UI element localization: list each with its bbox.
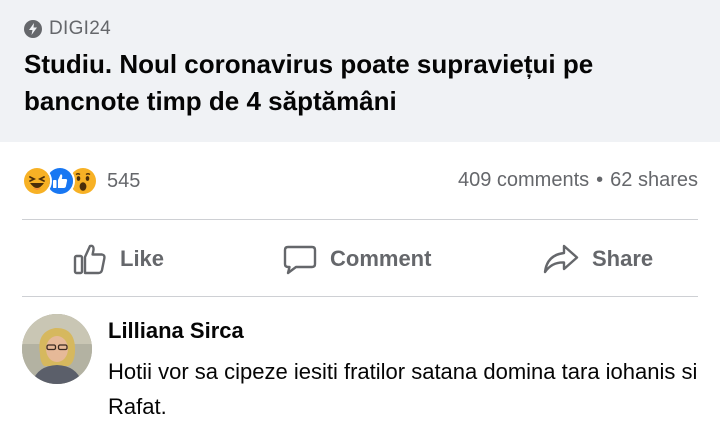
comment-button[interactable]: Comment bbox=[282, 222, 431, 296]
link-source-name: DIGI24 bbox=[49, 18, 111, 39]
haha-reaction-icon bbox=[22, 166, 52, 196]
speech-bubble-icon bbox=[283, 245, 317, 275]
like-button-label: Like bbox=[120, 246, 165, 271]
stats-separator: • bbox=[596, 169, 604, 191]
engagement-counts: 409 comments • 62 shares bbox=[458, 169, 698, 192]
reaction-summary[interactable]: 545 bbox=[22, 166, 140, 196]
lightning-bolt-icon bbox=[24, 20, 42, 38]
reaction-count: 545 bbox=[107, 169, 141, 192]
link-source-row: DIGI24 bbox=[24, 16, 111, 42]
comment-item: Lilliana Sirca Hotii vor sa cipeze iesit… bbox=[0, 298, 720, 428]
comment-author-name[interactable]: Lilliana Sirca bbox=[108, 318, 244, 344]
comment-count-link[interactable]: 409 comments bbox=[458, 169, 589, 192]
post-actions-row: Like Comment Share bbox=[0, 222, 720, 296]
link-headline[interactable]: Studiu. Noul coronavirus poate supravieț… bbox=[24, 46, 684, 120]
comment-button-label: Comment bbox=[330, 246, 432, 271]
share-button[interactable]: Share bbox=[542, 222, 653, 296]
like-button[interactable]: Like bbox=[72, 222, 164, 296]
post-stats-row: 545 409 comments • 62 shares bbox=[0, 162, 720, 202]
user-avatar[interactable] bbox=[22, 314, 92, 384]
comment-text: Hotii vor sa cipeze iesiti fratilor sata… bbox=[108, 359, 698, 419]
link-preview-card[interactable]: DIGI24 Studiu. Noul coronavirus poate su… bbox=[0, 0, 720, 142]
share-button-label: Share bbox=[592, 246, 654, 271]
actions-divider bbox=[22, 296, 698, 297]
stats-divider bbox=[22, 219, 698, 220]
thumbs-up-icon bbox=[73, 244, 106, 275]
share-count-link[interactable]: 62 shares bbox=[610, 169, 698, 192]
share-arrow-icon bbox=[543, 244, 579, 274]
